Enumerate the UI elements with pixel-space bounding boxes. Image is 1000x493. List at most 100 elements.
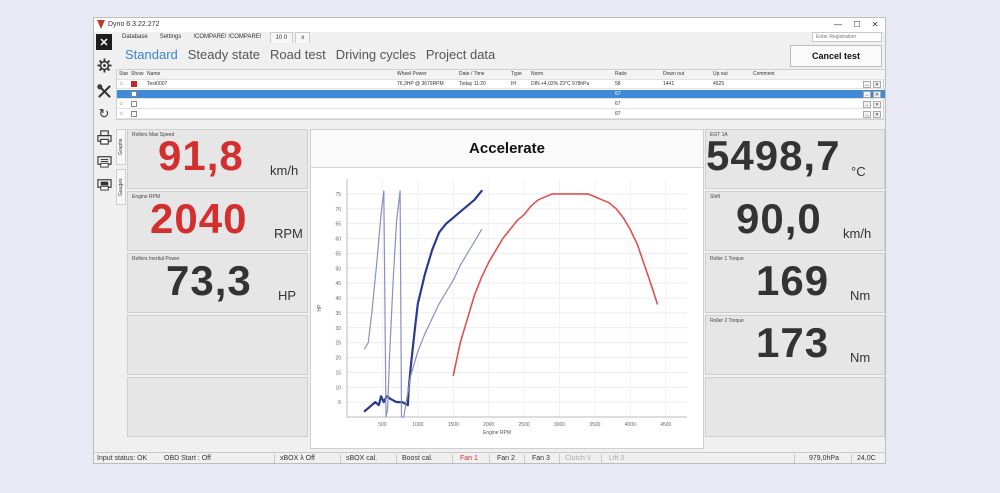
table-header: Star Show Name Wheel Power Date / Time T…	[117, 70, 885, 80]
tab-road-test[interactable]: Road test	[270, 47, 326, 62]
row-expand-button[interactable]: ↔	[863, 111, 871, 118]
dyno-window: Dyno 6.3.22.272 — ☐ ✕ Database Settings …	[93, 17, 886, 464]
y-tick-label: 55	[335, 251, 341, 257]
menu-compare[interactable]: !COMPARE! !COMPARE!	[187, 32, 267, 43]
gauge-value: 90,0	[736, 195, 822, 242]
column-header[interactable]: Up out	[711, 70, 751, 79]
side-tab-gauges[interactable]: Gauges	[116, 169, 126, 205]
gauge-unit: km/h	[843, 226, 872, 241]
x-tick-label: 3500	[589, 422, 600, 428]
column-header[interactable]: Date / Time	[457, 70, 509, 79]
y-tick-label: 25	[335, 341, 341, 347]
x-axis-label: Engine RPM	[483, 430, 511, 436]
row-expand-button[interactable]: ↔	[863, 101, 871, 108]
row-expand-button[interactable]: ↔	[863, 91, 871, 98]
table-cell: DIN +4,02% 23°C 978hPa	[531, 81, 590, 87]
menu-bar: Database Settings !COMPARE! !COMPARE! 10…	[116, 32, 311, 43]
close-x-icon[interactable]: ✕	[96, 34, 112, 50]
column-header[interactable]: Star	[117, 70, 129, 79]
table-cell	[711, 100, 751, 109]
show-checkbox[interactable]	[129, 110, 145, 119]
clutch-status[interactable]: Clutch V	[565, 453, 591, 463]
tab-steady-state[interactable]: Steady state	[188, 47, 260, 62]
table-cell	[509, 90, 529, 99]
xbox-lambda-status[interactable]: xBOX λ Off	[280, 453, 315, 463]
y-tick-label: 65	[335, 222, 341, 228]
gauge-value: 173	[756, 319, 830, 366]
gauge-panel: Roller 1 Torque 169 Nm	[705, 253, 885, 313]
table-cell	[509, 110, 529, 119]
tab-project-data[interactable]: Project data	[426, 47, 495, 62]
y-tick-label: 20	[335, 356, 341, 362]
y-tick-label: 50	[335, 266, 341, 272]
print-list-icon[interactable]	[96, 152, 112, 168]
row-expand-button[interactable]: ↔	[863, 81, 871, 88]
maximize-button[interactable]: ☐	[848, 18, 866, 32]
side-tab-graphs[interactable]: Graphs	[116, 129, 126, 165]
tab-driving-cycles[interactable]: Driving cycles	[336, 47, 416, 62]
minimize-button[interactable]: —	[829, 18, 847, 32]
lift-status[interactable]: Lift 3	[609, 453, 624, 463]
column-header[interactable]: Wheel Power	[395, 70, 457, 79]
star-icon[interactable]: ☆	[117, 80, 129, 89]
row-delete-button[interactable]: ✕	[873, 81, 881, 88]
table-cell	[395, 90, 457, 99]
tab-standard[interactable]: Standard	[125, 47, 178, 62]
gauge-panel: EGT 1A 5498,7 °C	[705, 129, 885, 189]
menu-database[interactable]: Database	[116, 32, 154, 43]
row-delete-button[interactable]: ✕	[873, 101, 881, 108]
printer-icon[interactable]	[96, 129, 112, 145]
fan-3-toggle[interactable]: Fan 3	[532, 453, 550, 463]
table-cell: 67	[615, 111, 621, 117]
y-tick-label: 15	[335, 370, 341, 376]
boost-cal-status[interactable]: Boost cal.	[402, 453, 433, 463]
status-separator	[559, 454, 560, 463]
accelerate-chart: Accelerate 5 10 15 20 25 30 35 40 45 50 55 60 65 70 75…	[310, 129, 704, 449]
table-cell	[529, 90, 613, 99]
show-checkbox[interactable]	[129, 100, 145, 109]
table-cell	[145, 90, 395, 99]
fan-2-toggle[interactable]: Fan 2	[497, 453, 515, 463]
document-tab[interactable]: 10 0	[269, 32, 294, 43]
refresh-icon[interactable]: ↻	[96, 106, 112, 122]
menu-settings[interactable]: Settings	[154, 32, 188, 43]
table-row[interactable]: ☆ 67 ↔ ✕	[117, 110, 885, 119]
table-cell: 67	[615, 91, 621, 97]
table-cell	[661, 100, 711, 109]
tools-icon[interactable]	[96, 83, 112, 99]
document-tab-close[interactable]: x	[295, 32, 311, 43]
table-row[interactable]: ☆ Test0007 76,3HP @ 3679RPM Today 11:20 IH DI…	[117, 80, 885, 89]
table-cell: 58	[615, 81, 621, 87]
star-icon[interactable]: ☆	[117, 110, 129, 119]
cancel-test-button[interactable]: Cancel test	[790, 45, 882, 67]
column-header[interactable]: Name	[145, 70, 395, 79]
column-header[interactable]: Type	[509, 70, 529, 79]
column-header[interactable]: Norm	[529, 70, 613, 79]
pressure-readout: 979,0hPa	[809, 455, 839, 462]
y-tick-label: 40	[335, 296, 341, 302]
gauge-value: 91,8	[158, 132, 244, 179]
show-checkbox[interactable]	[129, 80, 145, 89]
table-cell	[509, 100, 529, 109]
y-tick-label: 30	[335, 326, 341, 332]
fan-1-toggle[interactable]: Fan 1	[460, 453, 478, 463]
column-header[interactable]: Down out	[661, 70, 711, 79]
column-header[interactable]: Comment	[751, 70, 851, 79]
row-delete-button[interactable]: ✕	[873, 111, 881, 118]
table-row[interactable]: ☆ 67 ↔ ✕	[117, 100, 885, 109]
row-delete-button[interactable]: ✕	[873, 91, 881, 98]
star-icon[interactable]: ☆	[117, 100, 129, 109]
registration-input[interactable]	[812, 32, 882, 42]
column-header[interactable]: Ratio	[613, 70, 661, 79]
print-report-icon[interactable]	[96, 175, 112, 191]
show-checkbox[interactable]	[129, 90, 145, 99]
table-row[interactable]: 67 ↔ ✕	[117, 90, 885, 99]
y-tick-label: 10	[335, 385, 341, 391]
gauge-value: 73,3	[166, 257, 252, 304]
column-header[interactable]: Show	[129, 70, 145, 79]
close-window-button[interactable]: ✕	[866, 18, 884, 32]
star-icon[interactable]	[117, 90, 129, 99]
sbox-cal-status[interactable]: sBOX cal.	[346, 453, 377, 463]
input-status: Input status: OK	[97, 455, 148, 462]
gear-icon[interactable]	[96, 57, 112, 73]
